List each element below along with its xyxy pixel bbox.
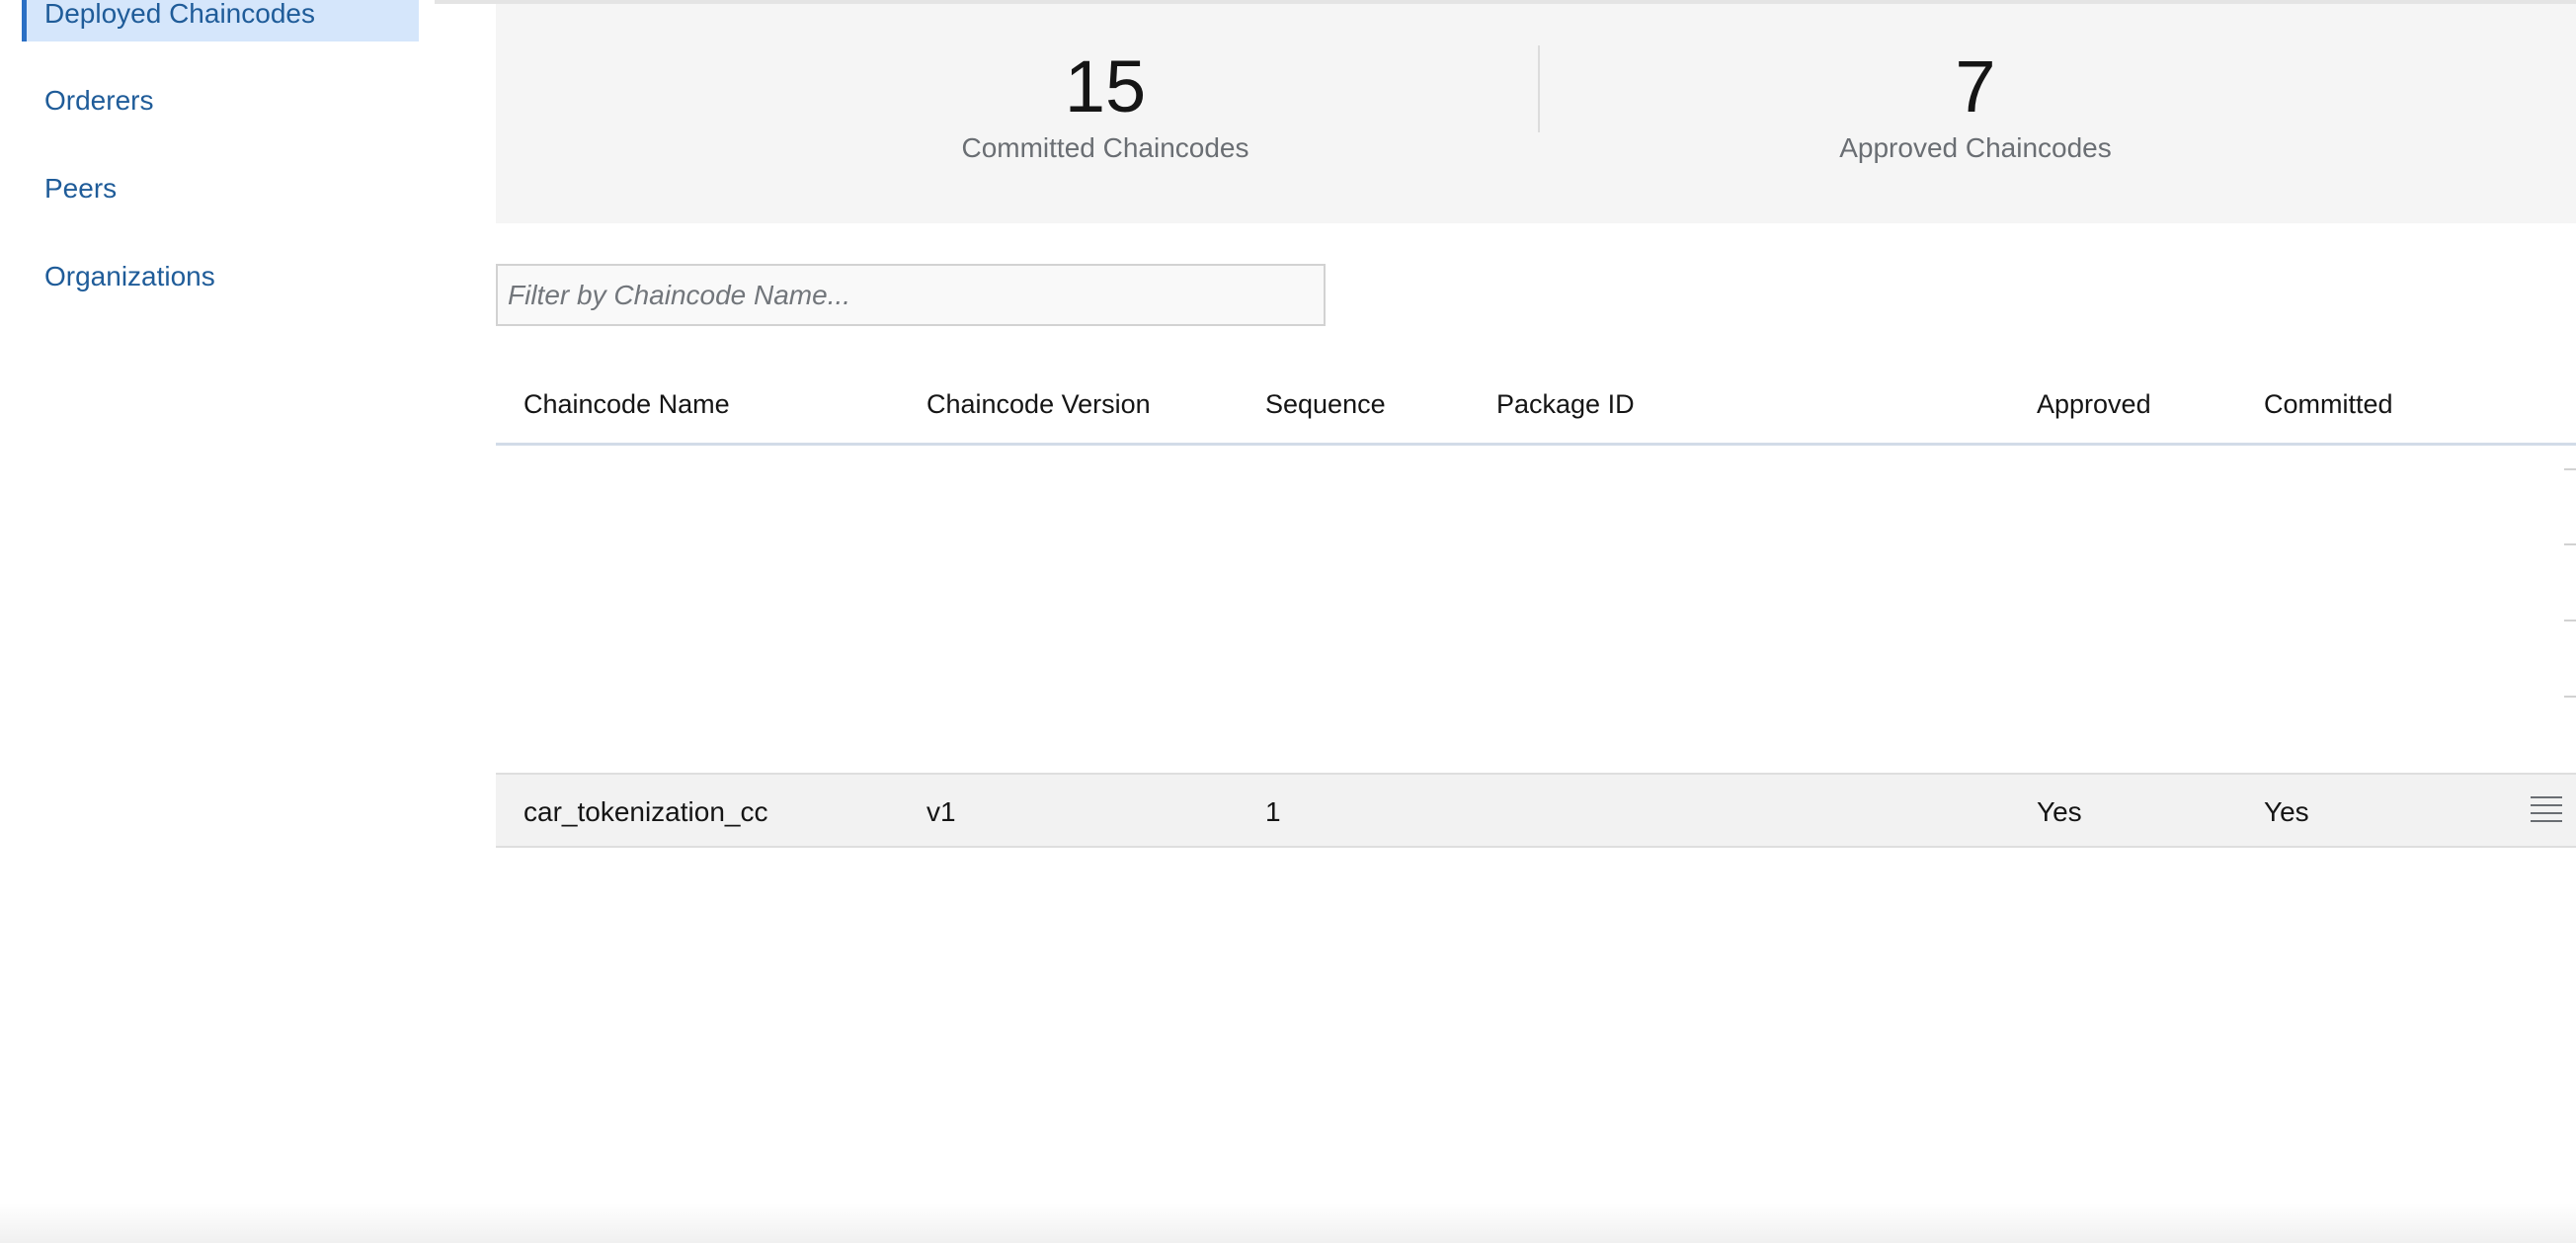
sidebar-item-peers[interactable]: Peers xyxy=(22,161,419,216)
row-separator-tick xyxy=(2564,696,2576,698)
chaincode-filter-input[interactable] xyxy=(496,264,1326,326)
committed-count: 15 xyxy=(1064,45,1147,127)
sidebar-nav: Deployed Chaincodes Orderers Peers Organ… xyxy=(0,0,435,1243)
row-separator-tick xyxy=(2564,543,2576,545)
column-header-sequence[interactable]: Sequence xyxy=(1265,389,1386,420)
cell-chaincode-version: v1 xyxy=(926,796,956,827)
sidebar-item-label: Orderers xyxy=(44,85,154,116)
sidebar-item-organizations[interactable]: Organizations xyxy=(22,249,419,304)
menu-line xyxy=(2531,804,2562,806)
menu-line xyxy=(2531,812,2562,814)
menu-line xyxy=(2531,820,2562,822)
sidebar-item-label: Peers xyxy=(44,173,118,204)
row-separator-tick xyxy=(2564,468,2576,470)
column-header-committed[interactable]: Committed xyxy=(2264,389,2393,420)
summary-stats-panel: 15 Committed Chaincodes 7 Approved Chain… xyxy=(496,4,2576,223)
approved-count: 7 xyxy=(1955,45,1996,127)
column-header-package-id[interactable]: Package ID xyxy=(1496,389,1635,420)
menu-line xyxy=(2531,796,2562,798)
stats-divider xyxy=(1538,45,1540,132)
sidebar-item-label: Organizations xyxy=(44,261,215,291)
cell-approved: Yes xyxy=(2037,796,2082,827)
row-separator-tick xyxy=(2564,620,2576,622)
column-header-approved[interactable]: Approved xyxy=(2037,389,2151,420)
cell-sequence: 1 xyxy=(1265,796,1281,827)
sidebar-item-orderers[interactable]: Orderers xyxy=(22,73,419,128)
cell-committed: Yes xyxy=(2264,796,2309,827)
column-header-chaincode-version[interactable]: Chaincode Version xyxy=(926,389,1151,420)
sidebar-item-label: Deployed Chaincodes xyxy=(44,0,315,29)
table-row[interactable]: car_tokenization_cc v1 1 Yes Yes xyxy=(496,773,2576,848)
committed-label: Committed Chaincodes xyxy=(961,132,1249,163)
cell-chaincode-name: car_tokenization_cc xyxy=(523,796,768,827)
sidebar-item-deployed-chaincodes[interactable]: Deployed Chaincodes xyxy=(22,0,419,41)
menu-lines-icon[interactable] xyxy=(2531,796,2562,826)
bottom-edge-shadow xyxy=(0,1203,2576,1243)
approved-label: Approved Chaincodes xyxy=(1839,132,2112,163)
table-header: Chaincode Name Chaincode Version Sequenc… xyxy=(496,368,2576,446)
column-header-chaincode-name[interactable]: Chaincode Name xyxy=(523,389,730,420)
